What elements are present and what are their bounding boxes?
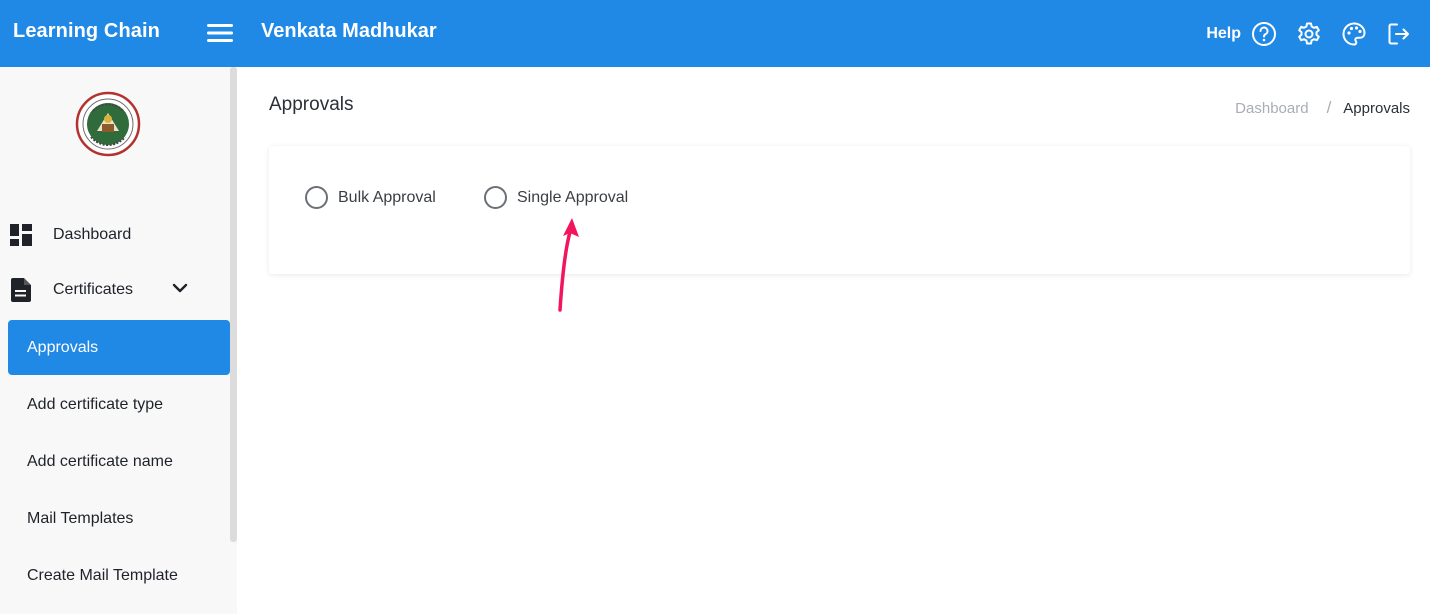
sidebar-subitem-label: Add certificate name <box>27 452 173 470</box>
sidebar-subitem-add-certificate-name[interactable]: Add certificate name <box>8 434 230 489</box>
sidebar-subitem-label: Create Mail Template <box>27 566 178 584</box>
dashboard-grid-icon <box>10 223 32 247</box>
sidebar-subitem-label: Mail Templates <box>27 509 134 527</box>
sidebar-subitem-label: Add certificate type <box>27 395 164 413</box>
breadcrumb-separator: / <box>1326 98 1332 117</box>
sidebar: Dashboard Certificates Approvals Add cer… <box>0 67 237 614</box>
sidebar-subitem-approvals[interactable]: Approvals <box>8 320 230 375</box>
help-circle-icon[interactable] <box>1251 21 1277 47</box>
breadcrumb: Dashboard / Approvals <box>1235 98 1410 118</box>
radio-circle[interactable] <box>305 186 328 209</box>
sidebar-subitem-add-certificate-type[interactable]: Add certificate type <box>8 377 230 432</box>
menu-icon[interactable] <box>206 22 234 44</box>
university-seal-logo <box>75 91 141 157</box>
sidebar-subitem-mail-templates[interactable]: Mail Templates <box>8 491 230 546</box>
sidebar-subitem-create-mail-template[interactable]: Create Mail Template <box>8 548 230 603</box>
top-actions: Help <box>1206 19 1412 49</box>
page-title: Approvals <box>269 94 354 115</box>
breadcrumb-current: Approvals <box>1343 99 1410 117</box>
palette-icon[interactable] <box>1341 21 1367 47</box>
sidebar-item-label: Dashboard <box>53 226 132 243</box>
approval-type-card: Bulk Approval Single Approval <box>269 146 1410 274</box>
sidebar-item-certificates[interactable]: Certificates <box>0 270 230 310</box>
bulk-approval-radio[interactable]: Bulk Approval <box>305 186 436 209</box>
radio-circle[interactable] <box>484 186 507 209</box>
top-bar: Learning Chain Venkata Madhukar Help <box>0 0 1430 67</box>
annotation-arrow-icon <box>552 210 588 314</box>
help-label[interactable]: Help <box>1206 25 1241 43</box>
sidebar-subitem-label: Approvals <box>27 338 99 356</box>
brand-title[interactable]: Learning Chain <box>13 20 160 43</box>
sidebar-item-label: Certificates <box>53 281 134 298</box>
sidebar-item-dashboard[interactable]: Dashboard <box>0 215 230 255</box>
radio-label: Single Approval <box>517 188 629 206</box>
logout-icon[interactable] <box>1386 21 1412 47</box>
single-approval-radio[interactable]: Single Approval <box>484 186 628 209</box>
settings-gear-icon[interactable] <box>1296 21 1322 47</box>
user-name: Venkata Madhukar <box>261 20 437 42</box>
sidebar-scrollbar[interactable] <box>230 67 237 542</box>
radio-label: Bulk Approval <box>338 188 436 206</box>
breadcrumb-dashboard-link[interactable]: Dashboard <box>1235 100 1308 117</box>
document-icon <box>10 278 32 302</box>
chevron-down-icon[interactable] <box>171 279 189 297</box>
